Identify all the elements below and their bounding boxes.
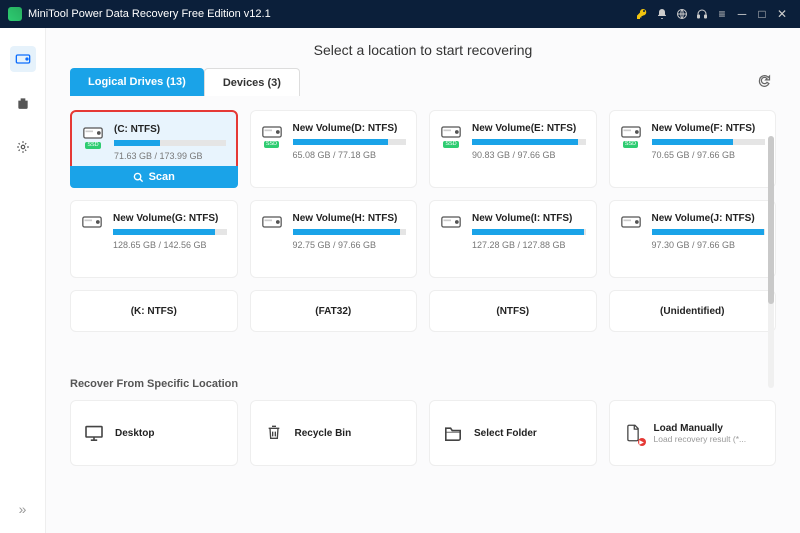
disk-icon: SSD <box>261 125 283 177</box>
drive-name: New Volume(G: NTFS) <box>113 213 227 224</box>
disk-icon <box>261 215 283 267</box>
drive-name: (K: NTFS) <box>131 306 177 317</box>
drive-usage: 127.28 GB / 127.88 GB <box>472 240 586 250</box>
titlebar: MiniTool Power Data Recovery Free Editio… <box>0 0 800 28</box>
drive-name: New Volume(J: NTFS) <box>652 213 766 224</box>
sidebar-item-settings[interactable] <box>10 134 36 160</box>
location-desktop[interactable]: Desktop <box>70 400 238 466</box>
drive-card[interactable]: New Volume(H: NTFS) 92.75 GB / 97.66 GB <box>250 200 418 278</box>
desktop-icon <box>83 422 105 444</box>
usage-bar <box>113 229 227 235</box>
usage-bar <box>652 139 766 145</box>
location-label: Desktop <box>115 428 154 439</box>
disk-icon <box>81 215 103 267</box>
drive-usage: 90.83 GB / 97.66 GB <box>472 150 586 160</box>
drive-card[interactable]: (K: NTFS) <box>70 290 238 332</box>
drive-usage: 71.63 GB / 173.99 GB <box>114 151 226 161</box>
bell-icon[interactable] <box>652 8 672 20</box>
drive-card[interactable]: SSD New Volume(D: NTFS) 65.08 GB / 77.18 G… <box>250 110 418 188</box>
scrollbar-thumb[interactable] <box>768 136 774 304</box>
location-sublabel: Load recovery result (*... <box>654 434 747 444</box>
usage-bar <box>293 139 407 145</box>
disk-icon <box>620 215 642 267</box>
drive-card[interactable]: New Volume(I: NTFS) 127.28 GB / 127.88 GB <box>429 200 597 278</box>
tab-devices[interactable]: Devices (3) <box>204 68 300 96</box>
drive-name: New Volume(D: NTFS) <box>293 123 407 134</box>
drive-name: (NTFS) <box>496 306 529 317</box>
section-title: Recover From Specific Location <box>46 360 800 400</box>
scrollbar[interactable] <box>768 136 774 388</box>
app-title: MiniTool Power Data Recovery Free Editio… <box>28 8 271 20</box>
drive-card[interactable]: New Volume(G: NTFS) 128.65 GB / 142.56 GB <box>70 200 238 278</box>
page-title: Select a location to start recovering <box>46 28 800 68</box>
drive-card[interactable]: (Unidentified) <box>609 290 777 332</box>
drive-name: (FAT32) <box>315 306 351 317</box>
refresh-icon[interactable] <box>757 73 776 91</box>
drive-name: New Volume(E: NTFS) <box>472 123 586 134</box>
location-label: Recycle Bin <box>295 428 352 439</box>
sidebar-item-toolbox[interactable] <box>10 90 36 116</box>
sidebar-item-recovery[interactable] <box>10 46 36 72</box>
drive-name: (Unidentified) <box>660 306 724 317</box>
drive-name: New Volume(H: NTFS) <box>293 213 407 224</box>
drive-card[interactable]: New Volume(J: NTFS) 97.30 GB / 97.66 GB <box>609 200 777 278</box>
ssd-badge: SSD <box>623 141 638 148</box>
drive-usage: 92.75 GB / 97.66 GB <box>293 240 407 250</box>
drive-card[interactable]: (FAT32) <box>250 290 418 332</box>
usage-bar <box>652 229 766 235</box>
location-load-manually[interactable]: ▶ Load Manually Load recovery result (*.… <box>609 400 777 466</box>
drive-card[interactable]: SSD (C: NTFS) 71.63 GB / 173.99 GB Scan <box>70 110 238 188</box>
headphones-icon[interactable] <box>692 8 712 20</box>
usage-bar <box>472 139 586 145</box>
drive-name: (C: NTFS) <box>114 124 226 135</box>
scan-button[interactable]: Scan <box>70 166 238 188</box>
drive-usage: 65.08 GB / 77.18 GB <box>293 150 407 160</box>
trash-icon <box>263 422 285 444</box>
location-recycle-bin[interactable]: Recycle Bin <box>250 400 418 466</box>
usage-bar <box>293 229 407 235</box>
tab-logical-drives[interactable]: Logical Drives (13) <box>70 68 204 96</box>
usage-bar <box>472 229 586 235</box>
sidebar-collapse-icon[interactable]: » <box>19 501 27 517</box>
sidebar: » <box>0 28 46 533</box>
drive-card[interactable]: SSD New Volume(F: NTFS) 70.65 GB / 97.66 G… <box>609 110 777 188</box>
drive-usage: 70.65 GB / 97.66 GB <box>652 150 766 160</box>
drive-card[interactable]: SSD New Volume(E: NTFS) 90.83 GB / 97.66 G… <box>429 110 597 188</box>
app-logo-icon <box>8 7 22 21</box>
location-select-folder[interactable]: Select Folder <box>429 400 597 466</box>
usage-bar <box>114 140 226 146</box>
location-label: Select Folder <box>474 428 537 439</box>
drive-name: New Volume(I: NTFS) <box>472 213 586 224</box>
ssd-badge: SSD <box>85 142 100 149</box>
disk-icon: SSD <box>620 125 642 177</box>
location-label: Load Manually <box>654 423 747 434</box>
drive-card[interactable]: (NTFS) <box>429 290 597 332</box>
close-icon[interactable]: ✕ <box>772 7 792 21</box>
maximize-icon[interactable]: □ <box>752 7 772 21</box>
disk-icon: SSD <box>440 125 462 177</box>
key-icon[interactable] <box>632 8 652 20</box>
drive-usage: 97.30 GB / 97.66 GB <box>652 240 766 250</box>
drive-usage: 128.65 GB / 142.56 GB <box>113 240 227 250</box>
menu-icon[interactable]: ≡ <box>712 7 732 21</box>
disk-icon <box>440 215 462 267</box>
ssd-badge: SSD <box>443 141 458 148</box>
folder-icon <box>442 422 464 444</box>
ssd-badge: SSD <box>264 141 279 148</box>
minimize-icon[interactable]: ─ <box>732 7 752 21</box>
drive-name: New Volume(F: NTFS) <box>652 123 766 134</box>
globe-icon[interactable] <box>672 8 692 20</box>
document-icon: ▶ <box>622 422 644 444</box>
